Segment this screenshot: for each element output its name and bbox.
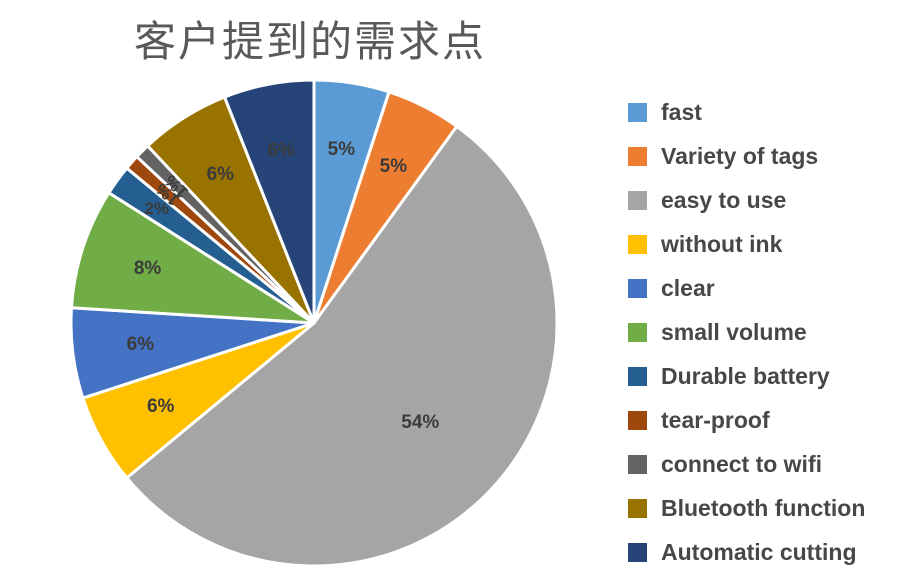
legend-swatch-icon	[628, 498, 647, 518]
legend-item-label: Automatic cutting	[661, 538, 857, 565]
legend-swatch-icon	[628, 542, 647, 562]
legend-swatch-icon	[628, 234, 647, 254]
legend-swatch-icon	[628, 278, 647, 298]
legend-item[interactable]: without ink	[620, 222, 913, 266]
legend-item[interactable]: Durable battery	[620, 354, 913, 398]
legend-swatch-icon	[628, 102, 647, 122]
legend-item-label: Variety of tags	[661, 142, 819, 169]
legend-item[interactable]: clear	[620, 266, 913, 310]
legend-item[interactable]: Bluetooth function	[620, 486, 913, 530]
legend-item[interactable]: fast	[620, 90, 913, 134]
legend-item[interactable]: connect to wifi	[620, 442, 913, 486]
pie-chart-figure: 客户提到的需求点 5% 5% 54% 6% 6% 8% 2% 1% 1% 6% 6% fast Var…	[0, 0, 913, 585]
pie-svg	[69, 78, 559, 568]
legend-item-label: fast	[661, 98, 702, 125]
legend-item[interactable]: tear-proof	[620, 398, 913, 442]
legend-item-label: small volume	[661, 318, 807, 345]
legend-item-label: Durable battery	[661, 362, 830, 389]
legend-swatch-icon	[628, 454, 647, 474]
legend-item-label: tear-proof	[661, 406, 770, 433]
legend-item-label: Bluetooth function	[661, 494, 866, 521]
chart-legend: fast Variety of tags easy to use without in…	[620, 90, 913, 574]
pie-plot-area: 5% 5% 54% 6% 6% 8% 2% 1% 1% 6% 6%	[0, 0, 620, 585]
legend-swatch-icon	[628, 410, 647, 430]
legend-item[interactable]: Variety of tags	[620, 134, 913, 178]
legend-item-label: clear	[661, 274, 715, 301]
legend-item-label: connect to wifi	[661, 450, 822, 477]
legend-item[interactable]: small volume	[620, 310, 913, 354]
legend-swatch-icon	[628, 146, 647, 166]
legend-swatch-icon	[628, 322, 647, 342]
legend-swatch-icon	[628, 190, 647, 210]
legend-item[interactable]: easy to use	[620, 178, 913, 222]
legend-item-label: without ink	[661, 230, 783, 257]
legend-swatch-icon	[628, 366, 647, 386]
legend-item[interactable]: Automatic cutting	[620, 530, 913, 574]
legend-item-label: easy to use	[661, 186, 787, 213]
